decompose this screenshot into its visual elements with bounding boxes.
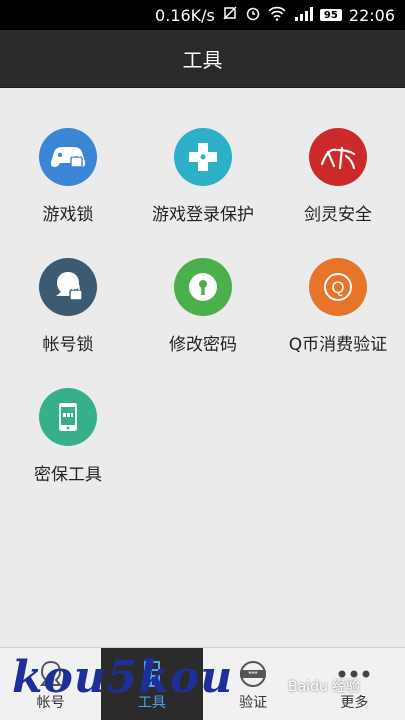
tools-grid: 游戏锁 游戏登录保护 剑灵安全 帐号锁 修改密码 Q Q币消费验证 密保工具 [0, 88, 405, 648]
net-speed: 0.16K/s [155, 5, 215, 25]
tool-change-password[interactable]: 修改密码 [138, 258, 268, 355]
page-title: 工具 [182, 48, 223, 72]
svg-text:Q: Q [331, 278, 344, 297]
tab-tools[interactable]: 工具 [101, 648, 203, 720]
bottom-tab-bar: 帐号 工具 *** 验证 更多 [0, 647, 405, 720]
tool-game-login-protect[interactable]: 游戏登录保护 [138, 128, 268, 225]
gamepad-lock-icon [39, 128, 97, 186]
tab-label: 验证 [239, 695, 268, 711]
tool-label: 剑灵安全 [304, 205, 372, 225]
wifi-icon [268, 5, 286, 25]
user-lock-icon [39, 258, 97, 316]
tab-more[interactable]: 更多 [304, 648, 405, 720]
tool-label: Q币消费验证 [288, 335, 388, 355]
silent-icon [222, 5, 238, 25]
tool-label: 密保工具 [34, 465, 102, 485]
tab-account[interactable]: 帐号 [0, 648, 101, 720]
status-bar: 0.16K/s 95 22:06 [0, 0, 405, 30]
tool-jianling-security[interactable]: 剑灵安全 [273, 128, 403, 225]
tab-label: 更多 [340, 695, 369, 711]
tool-label: 游戏登录保护 [152, 205, 254, 225]
tab-label: 工具 [137, 695, 166, 711]
q-coin-icon: Q [309, 258, 367, 316]
signal-icon [293, 6, 313, 25]
jianling-logo-icon [309, 128, 367, 186]
verify-icon: *** [236, 656, 270, 692]
tool-account-lock[interactable]: 帐号锁 [3, 258, 133, 355]
status-time: 22:06 [348, 5, 395, 25]
tool-label: 帐号锁 [42, 335, 94, 355]
page-header: 工具 [0, 30, 405, 88]
dpad-icon [174, 128, 232, 186]
more-icon [334, 656, 374, 692]
tool-security-token[interactable]: 密保工具 [3, 388, 133, 485]
tool-label: 修改密码 [169, 335, 237, 355]
tool-label: 游戏锁 [42, 205, 94, 225]
svg-text:***: *** [248, 670, 257, 679]
alarm-icon [245, 5, 261, 25]
tools-icon [137, 656, 167, 692]
tab-label: 帐号 [36, 695, 65, 711]
tool-game-lock[interactable]: 游戏锁 [3, 128, 133, 225]
tab-verify[interactable]: *** 验证 [203, 648, 304, 720]
battery-icon: 95 [319, 9, 342, 21]
phone-token-icon [39, 388, 97, 446]
account-icon [34, 656, 68, 692]
tool-q-coin-verify[interactable]: Q Q币消费验证 [273, 258, 403, 355]
keyhole-icon [174, 258, 232, 316]
